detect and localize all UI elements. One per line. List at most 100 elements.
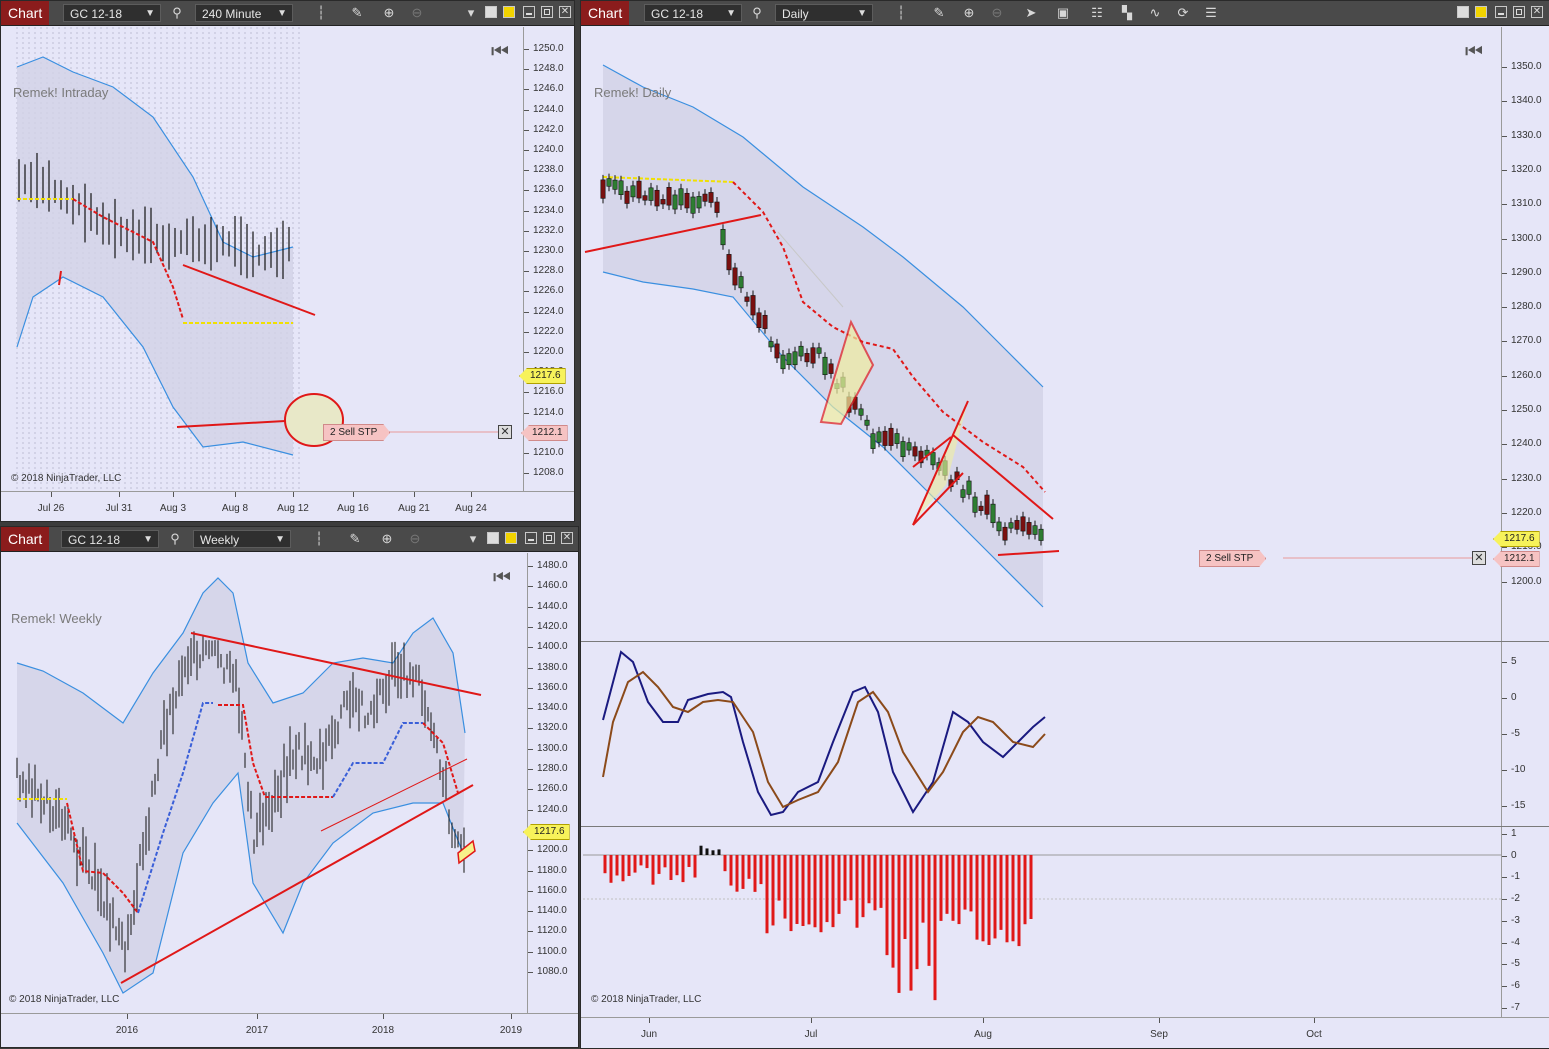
axis-label: Jul	[804, 1029, 818, 1040]
close-icon[interactable]: ✕	[559, 6, 571, 18]
histogram-panel[interactable]	[583, 827, 1501, 1017]
color-square-icon[interactable]	[503, 6, 515, 18]
axis-label: 1230.0	[533, 245, 564, 256]
bars-icon[interactable]: ┆	[313, 5, 329, 21]
axis-tick	[127, 1014, 128, 1019]
chevron-down-icon[interactable]: ▾	[463, 5, 479, 21]
candle-body	[714, 201, 720, 213]
maximize-icon[interactable]	[541, 6, 553, 18]
toolbar: Chart GC 12-18 ▼ ⚲ Weekly ▼ ┆ ✎ ⊕ ⊖ ▾ ✕	[1, 527, 578, 552]
price-axis[interactable]: 1350.0 1340.0 1330.0 1320.0 1310.0 1300.0 1290…	[1501, 27, 1549, 641]
pencil-icon[interactable]: ✎	[931, 5, 947, 21]
axis-label: 1234.0	[533, 204, 564, 216]
properties-icon[interactable]: ☷	[1089, 5, 1105, 21]
search-icon[interactable]: ⚲	[169, 5, 185, 21]
axis-tick	[524, 412, 529, 414]
search-icon[interactable]: ⚲	[167, 531, 183, 547]
zoom-in-icon[interactable]: ⊕	[381, 5, 397, 21]
skip-to-end-icon[interactable]: ⏮	[491, 41, 509, 64]
axis-tick	[1502, 410, 1507, 411]
minimize-icon[interactable]	[523, 6, 535, 18]
skip-to-end-icon[interactable]: ⏮	[493, 567, 511, 590]
color-square-icon[interactable]	[1475, 6, 1487, 18]
color-square-icon[interactable]	[1457, 6, 1469, 18]
date-axis[interactable]: 2016 2017 2018 2019	[1, 1013, 578, 1047]
indicator-icon[interactable]: ∿	[1147, 5, 1163, 21]
sell-stop-order[interactable]: 2 Sell STP	[1199, 550, 1266, 567]
histogram-bar	[687, 855, 691, 867]
histogram-bar	[645, 855, 649, 869]
zoom-in-icon[interactable]: ⊕	[379, 531, 395, 547]
chevron-down-icon: ▼	[275, 534, 285, 545]
axis-tick	[1502, 1007, 1507, 1009]
axis-label: 2016	[115, 1025, 139, 1036]
close-icon[interactable]: ✕	[1531, 6, 1543, 18]
bars-icon[interactable]: ┆	[893, 5, 909, 21]
histogram-bar	[939, 855, 943, 921]
close-icon[interactable]: ✕	[561, 532, 573, 544]
interval-selector[interactable]: Weekly ▼	[193, 530, 291, 548]
zoom-out-icon[interactable]: ⊖	[407, 531, 423, 547]
axis-label: 1240.0	[533, 144, 564, 155]
skip-to-end-icon[interactable]: ⏮	[1465, 41, 1483, 64]
candle-body	[972, 496, 978, 513]
histogram-bar	[945, 855, 949, 914]
strategies-icon[interactable]: ▚	[1119, 5, 1135, 21]
zoom-out-icon[interactable]: ⊖	[409, 5, 425, 21]
maximize-icon[interactable]	[1513, 6, 1525, 18]
chevron-down-icon: ▼	[145, 8, 155, 19]
axis-tick	[528, 870, 533, 872]
price-axis[interactable]: 1250.0 1248.0 1246.0 1244.0 1242.0 1240.0 1238…	[523, 27, 574, 491]
oscillator-axis[interactable]: 5 0 -5 -10 -15	[1501, 642, 1549, 826]
minimize-icon[interactable]	[525, 532, 537, 544]
price-axis[interactable]: 1480.0 1460.0 1440.0 1420.0 1400.0 1380.0 1360…	[527, 553, 578, 1013]
chart-menu-button[interactable]: Chart	[581, 1, 630, 25]
axis-tick	[1502, 698, 1507, 699]
instrument-selector[interactable]: GC 12-18 ▼	[644, 4, 742, 22]
list-icon[interactable]: ☰	[1203, 5, 1219, 21]
axis-tick	[1502, 512, 1507, 514]
maximize-icon[interactable]	[543, 532, 555, 544]
axis-label: 1100.0	[537, 945, 567, 957]
histogram-bar	[627, 855, 631, 877]
zoom-in-icon[interactable]: ⊕	[961, 5, 977, 21]
histogram-axis[interactable]: 1 0 -1 -2 -3 -4 -5 -6 -7	[1501, 827, 1549, 1017]
interval-selector[interactable]: Daily ▼	[775, 4, 873, 22]
cancel-order-icon[interactable]: ✕	[1472, 551, 1486, 565]
histogram-bar	[903, 855, 907, 939]
cancel-order-icon[interactable]: ✕	[498, 425, 512, 439]
instrument-value: GC 12-18	[70, 7, 123, 21]
chart-menu-button[interactable]: Chart	[1, 527, 50, 551]
price-panel[interactable]	[583, 27, 1501, 641]
search-icon[interactable]: ⚲	[749, 5, 765, 21]
instrument-selector[interactable]: GC 12-18 ▼	[61, 530, 159, 548]
pointer-icon[interactable]: ➤	[1023, 5, 1039, 21]
data-box-icon[interactable]: ▣	[1055, 5, 1071, 21]
zoom-out-icon[interactable]: ⊖	[989, 5, 1005, 21]
instrument-selector[interactable]: GC 12-18 ▼	[63, 4, 161, 22]
date-axis[interactable]: Jun Jul Aug Sep Oct	[581, 1017, 1549, 1048]
axis-tick	[173, 492, 174, 497]
candle-body	[702, 193, 708, 202]
refresh-icon[interactable]: ⟳	[1175, 5, 1191, 21]
bars-icon[interactable]: ┆	[311, 531, 327, 547]
chevron-down-icon[interactable]: ▾	[465, 531, 481, 547]
chart-menu-button[interactable]: Chart	[1, 1, 50, 25]
color-square-icon[interactable]	[487, 532, 499, 544]
oscillator-panel[interactable]	[583, 642, 1501, 826]
color-square-icon[interactable]	[485, 6, 497, 18]
pencil-icon[interactable]: ✎	[347, 531, 363, 547]
axis-label: -5	[1511, 728, 1520, 739]
axis-label: Aug 3	[159, 503, 187, 514]
histogram-bar	[867, 855, 871, 904]
pencil-icon[interactable]: ✎	[349, 5, 365, 21]
date-axis[interactable]: Jul 26 Jul 31 Aug 3 Aug 8 Aug 12 Aug 16 Aug 21…	[1, 491, 574, 521]
sell-stop-order[interactable]: 2 Sell STP	[323, 424, 390, 441]
color-square-icon[interactable]	[505, 532, 517, 544]
histogram-bar	[915, 855, 919, 970]
instrument-value: GC 12-18	[68, 533, 121, 547]
axis-tick	[471, 492, 472, 497]
interval-selector[interactable]: 240 Minute ▼	[195, 4, 293, 22]
histogram-bar	[909, 855, 913, 991]
minimize-icon[interactable]	[1495, 6, 1507, 18]
